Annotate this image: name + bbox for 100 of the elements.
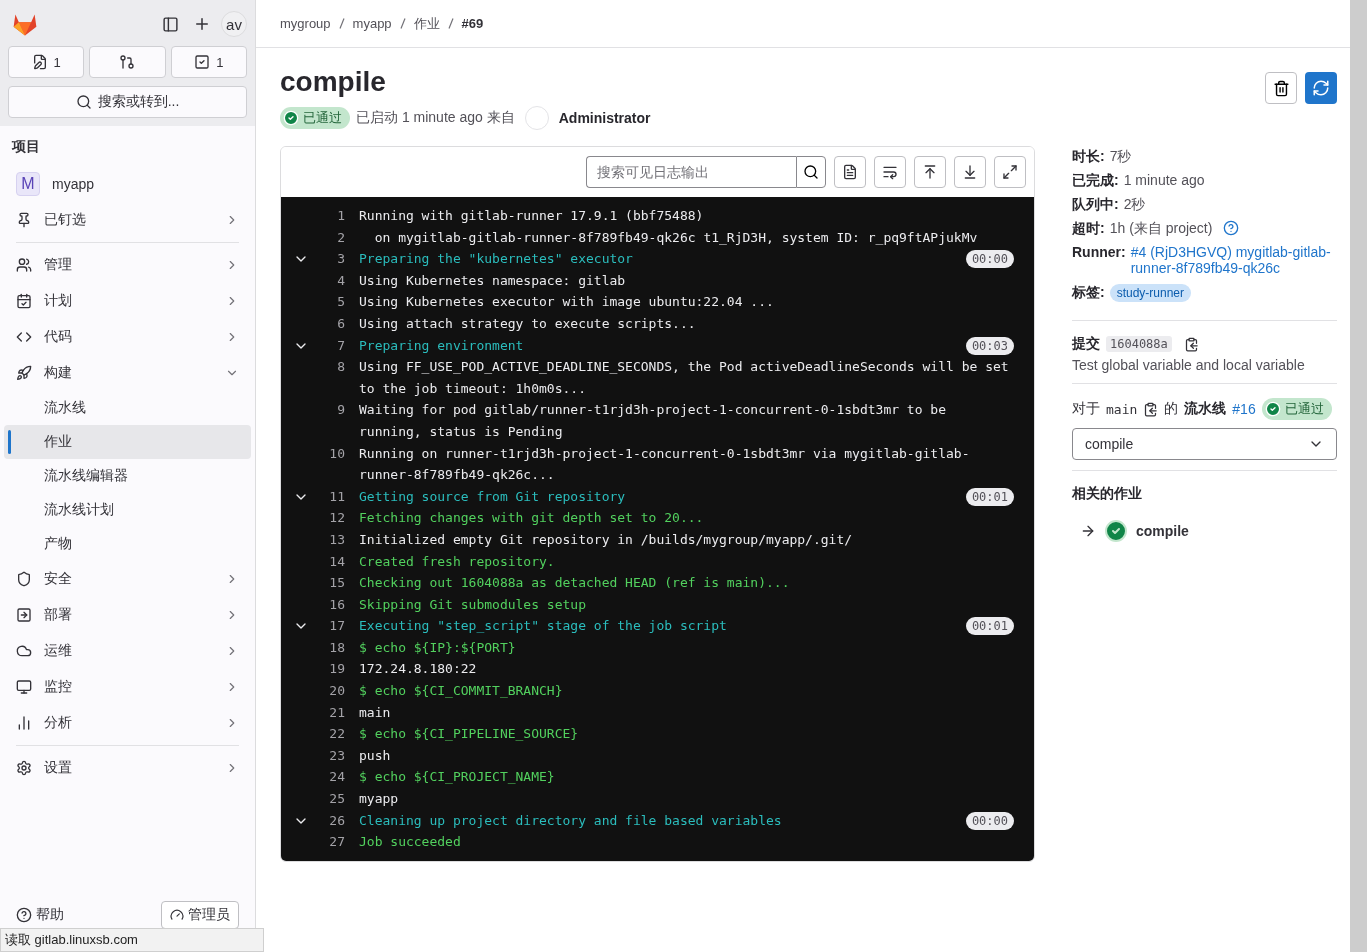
panel-icon [162, 15, 179, 33]
started-text: 已启动 1 minute ago 来自 [356, 109, 515, 127]
pipeline-link[interactable]: #16 [1232, 401, 1256, 417]
breadcrumb-link[interactable]: 作业 [413, 14, 440, 33]
status-badge: 已通过 [280, 107, 350, 129]
document-pen-icon [31, 54, 48, 70]
cloud-icon [16, 643, 32, 659]
log-line: Preparing the "kubernetes" executor [359, 250, 634, 269]
todos-button[interactable]: 1 [170, 46, 247, 78]
user-avatar[interactable]: av [221, 11, 247, 37]
breadcrumb-link[interactable]: mygroup [280, 16, 331, 31]
arrow-up-icon [922, 164, 938, 180]
scroll-bottom-button[interactable] [954, 156, 986, 188]
sidebar-item[interactable]: 部署 [4, 597, 251, 633]
check-circle-icon [1264, 401, 1281, 417]
sidebar-item[interactable]: 分析 [4, 705, 251, 741]
branch-name[interactable]: main [1106, 401, 1138, 417]
sidebar-item[interactable]: 运维 [4, 633, 251, 669]
issues-button[interactable]: 1 [8, 46, 85, 78]
sidebar-subitem[interactable]: 流水线编辑器 [4, 459, 251, 493]
copy-icon[interactable] [1143, 401, 1159, 417]
help-icon[interactable] [1223, 220, 1240, 236]
detail-label: Runner: [1072, 244, 1126, 262]
project-avatar: M [16, 172, 40, 196]
log-search-field[interactable]: 搜索可见日志输出 [586, 156, 796, 188]
retry-button[interactable] [1305, 72, 1337, 104]
log-line: Created fresh repository. [359, 552, 556, 571]
log-line: Using FF_USE_POD_ACTIVE_DEADLINE_SECONDS, the Pod activeDeadlineSeconds will be set to the job timeout: 1h0m0s... [359, 358, 1010, 398]
help-icon [16, 907, 32, 923]
sidebar-subitem[interactable]: 流水线计划 [4, 493, 251, 527]
log-line: Job succeeded [359, 833, 462, 852]
search-button[interactable]: 搜索或转到... [8, 86, 247, 118]
shield-icon [16, 571, 32, 587]
calendar-icon [16, 293, 32, 309]
search-button[interactable] [796, 156, 826, 188]
detail-value: 1 minute ago [1123, 172, 1205, 188]
sidebar-item[interactable]: 构建 [4, 355, 251, 391]
sidebar-subitem[interactable]: 作业 [4, 425, 251, 459]
sidebar-item[interactable]: 管理 [4, 247, 251, 283]
arrow-down-icon [962, 164, 978, 180]
log-line: Using Kubernetes executor with image ubuntu:22.04 ... [359, 293, 775, 312]
breadcrumb-link[interactable]: myapp [352, 16, 392, 31]
sidebar-item[interactable]: 代码 [4, 319, 251, 355]
fullscreen-button[interactable] [994, 156, 1026, 188]
commit-sha[interactable]: 1604088a [1106, 336, 1172, 352]
line-number: 14 [328, 552, 345, 571]
sidebar-item[interactable]: 计划 [4, 283, 251, 319]
line-number: 2 [336, 228, 345, 247]
log-line: $ echo ${CI_PROJECT_NAME} [359, 768, 556, 787]
line-number: 9 [336, 401, 345, 420]
gauge-icon [170, 908, 184, 922]
checkbox-icon [194, 54, 211, 70]
runner-link[interactable]: #4 (RjD3HGVQ) mygitlab-gitlab-runner-8f789fb49-qk26c [1130, 244, 1337, 276]
sidebar-item[interactable]: 已钉选 [4, 202, 251, 238]
sidebar-subitem[interactable]: 流水线 [4, 391, 251, 425]
duration-badge: 00:00 [965, 250, 1014, 269]
detail-label: 时长: [1072, 148, 1105, 164]
log-line: Running on runner-t1rjd3h-project-1-concurrent-0-1sbdt3mr via mygitlab-gitlab-runner-8f789fb49-qk26c... [359, 444, 971, 485]
related-jobs-title: 相关的作业 [1072, 485, 1143, 503]
rocket-icon [16, 365, 32, 381]
log-line: Getting source from Git repository [359, 487, 627, 506]
merge-request-icon [119, 54, 136, 70]
detail-label: 已完成: [1072, 172, 1119, 188]
admin-button[interactable]: 管理员 [161, 901, 239, 929]
log-line: Fetching changes with git depth set to 20... [359, 509, 705, 528]
help-link[interactable]: 帮助 [16, 906, 64, 924]
log-line: $ echo ${CI_PIPELINE_SOURCE} [359, 725, 580, 744]
raw-log-button[interactable] [834, 156, 866, 188]
commit-message: Test global variable and local variable [1072, 357, 1306, 373]
log-line: $ echo ${IP}:${PORT} [359, 638, 517, 657]
duration-badge: 00:03 [965, 336, 1014, 355]
slash-separator-icon [447, 18, 454, 29]
search-icon [75, 94, 92, 110]
scroll-top-button[interactable] [914, 156, 946, 188]
sidebar-subitem[interactable]: 产物 [4, 527, 251, 561]
sidebar-item[interactable]: 监控 [4, 669, 251, 705]
users-icon [16, 257, 32, 273]
check-circle-icon [283, 110, 299, 126]
merge-requests-button[interactable] [89, 46, 166, 78]
user-link[interactable]: Administrator [558, 110, 651, 126]
copy-icon[interactable] [1183, 336, 1199, 352]
line-number: 19 [328, 660, 345, 679]
detail-label: 标签: [1072, 284, 1105, 302]
detail-label: 超时: [1072, 220, 1105, 236]
search-icon [803, 164, 819, 180]
plus-icon [193, 15, 211, 33]
sidebar-item[interactable]: 安全 [4, 561, 251, 597]
pipeline-label: 流水线 [1184, 400, 1227, 418]
job-title: compile [280, 66, 387, 98]
sidebar-item[interactable]: 设置 [4, 750, 251, 786]
project-link[interactable]: M myapp [4, 166, 251, 202]
stage-dropdown[interactable]: compile [1072, 428, 1337, 460]
line-number: 10 [328, 444, 345, 463]
arrow-right-icon [1080, 523, 1096, 539]
pipeline-middle: 的 [1164, 400, 1179, 418]
wrap-button[interactable] [874, 156, 906, 188]
breadcrumb-link[interactable]: #69 [461, 16, 484, 31]
related-job-link[interactable]: compile [1136, 523, 1189, 539]
delete-button[interactable] [1265, 72, 1297, 104]
line-number: 17 [328, 617, 345, 636]
